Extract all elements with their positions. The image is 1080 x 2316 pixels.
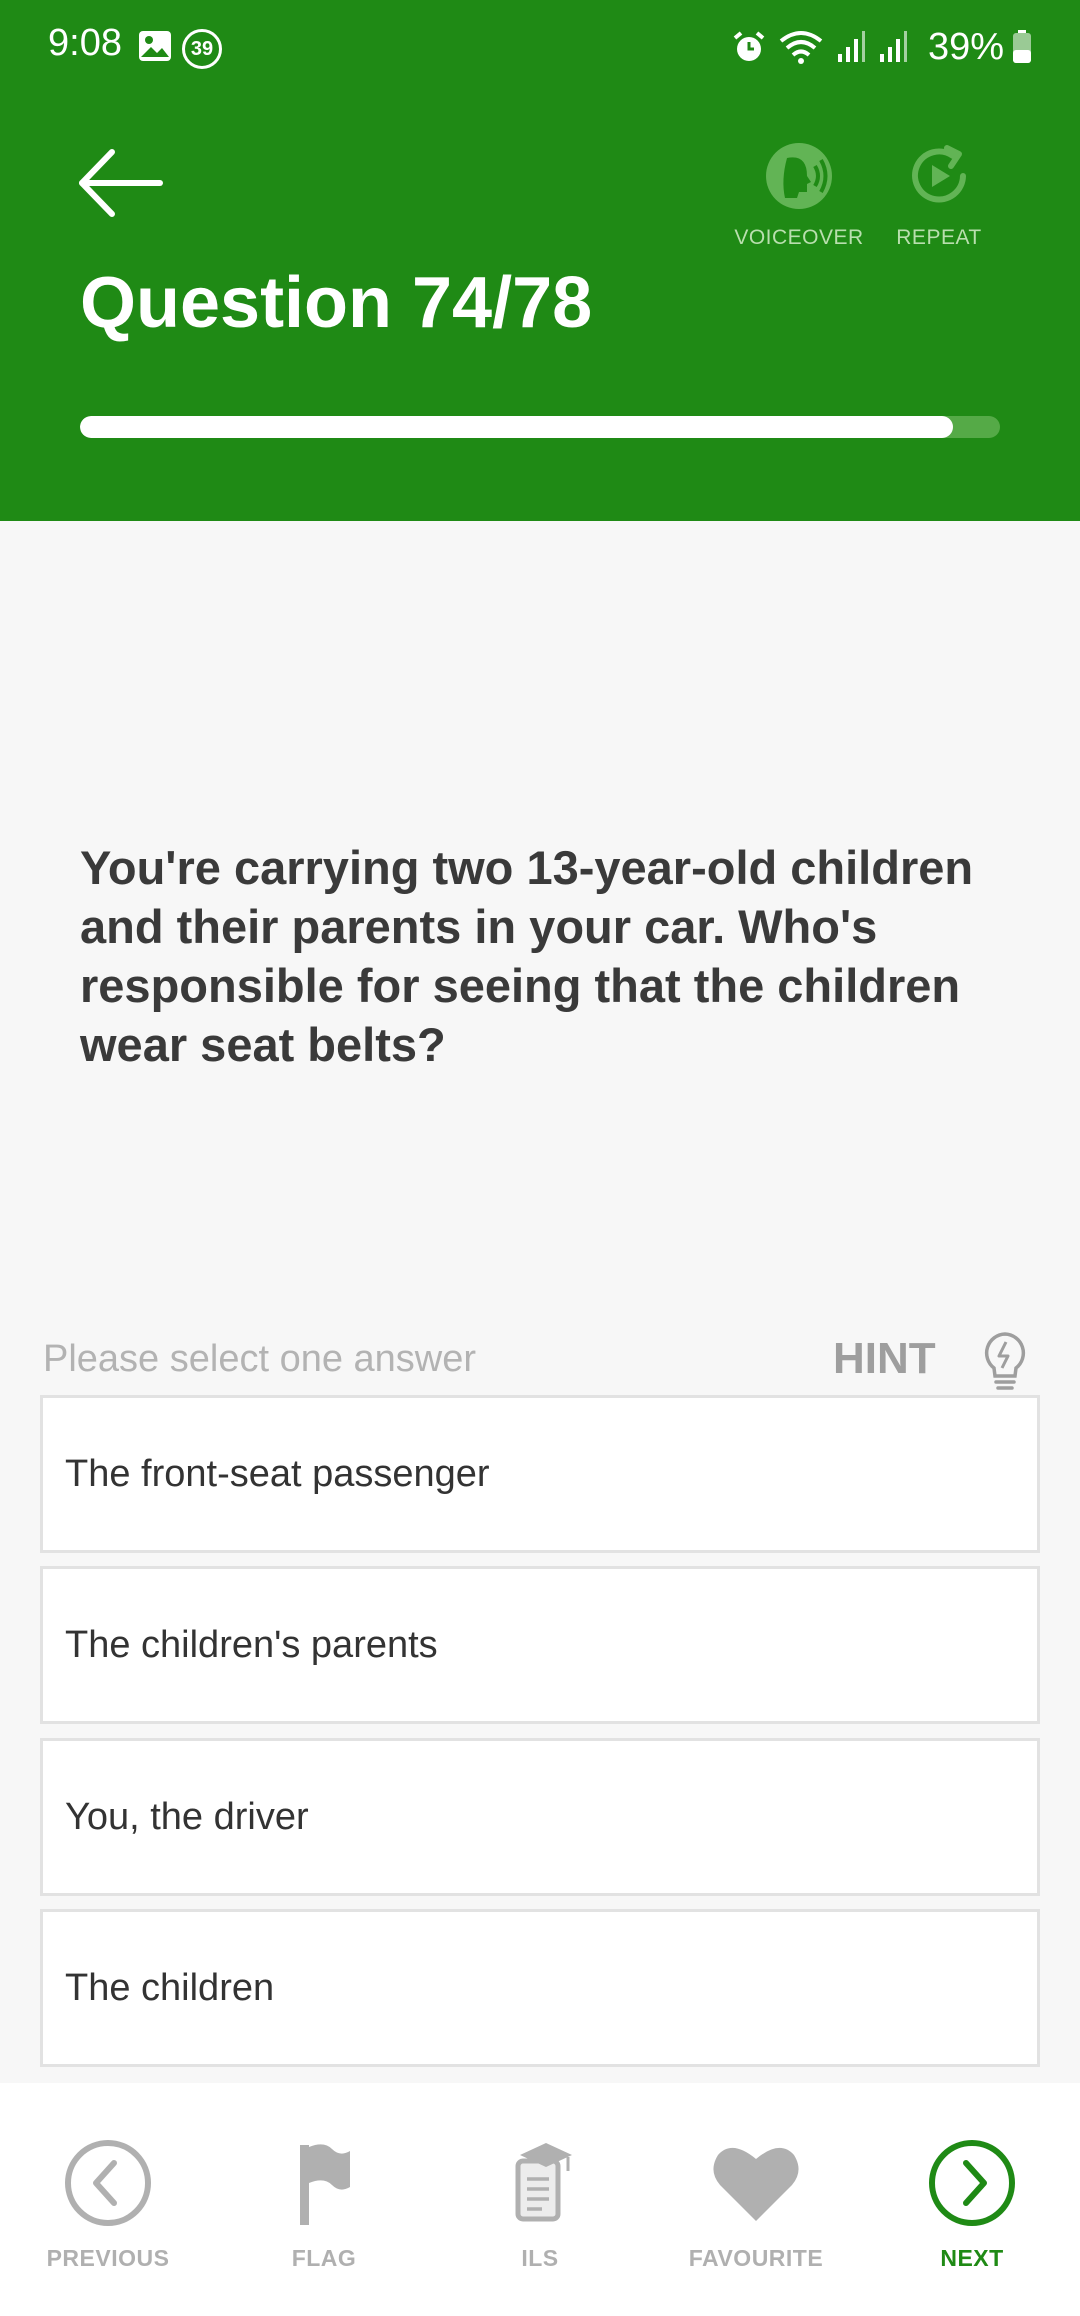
answer-option-label: The children: [65, 1966, 275, 2009]
battery-icon: [1013, 30, 1031, 63]
voiceover-icon: [766, 143, 832, 209]
signal-icon: [837, 31, 865, 62]
ils-label: ILS: [521, 2245, 559, 2271]
lightbulb-icon[interactable]: [980, 1330, 1030, 1394]
next-button[interactable]: NEXT: [872, 2133, 1072, 2272]
answer-option-selected[interactable]: You, the driver: [40, 1738, 1040, 1896]
repeat-label: REPEAT: [896, 226, 982, 249]
chevron-left-circle-icon: [65, 2140, 151, 2226]
answer-option-label: The children's parents: [65, 1623, 438, 1666]
next-label: NEXT: [940, 2245, 1004, 2271]
voiceover-label: VOICEOVER: [734, 226, 864, 249]
replay-icon: [912, 145, 966, 203]
back-arrow-icon[interactable]: [70, 138, 170, 228]
chevron-right-circle-icon: [929, 2140, 1015, 2226]
previous-button[interactable]: PREVIOUS: [8, 2133, 208, 2272]
hint-button[interactable]: HINT: [833, 1334, 936, 1384]
status-time: 9:08: [48, 22, 122, 64]
previous-label: PREVIOUS: [46, 2245, 170, 2271]
heart-icon: [713, 2147, 799, 2221]
voiceover-button[interactable]: VOICEOVER: [729, 140, 869, 250]
battery-percent: 39%: [927, 25, 1004, 68]
alarm-icon: [733, 31, 765, 61]
favourite-button[interactable]: FAVOURITE: [656, 2133, 856, 2272]
status-bar: 9:08 39 39%: [0, 0, 1080, 96]
question-text: You're carrying two 13-year-old children…: [80, 841, 974, 1071]
flag-label: FLAG: [291, 2245, 357, 2271]
wifi-icon: [779, 31, 823, 64]
question-counter-title: Question 74/78: [80, 263, 593, 343]
progress-bar-fill: [80, 416, 954, 438]
ils-button[interactable]: ILS: [440, 2133, 640, 2272]
answer-option[interactable]: The children's parents: [40, 1566, 1040, 1724]
signal-icon: [879, 31, 907, 62]
answer-option[interactable]: The front-seat passenger: [40, 1395, 1040, 1553]
favourite-label: FAVOURITE: [688, 2245, 824, 2271]
flag-button[interactable]: FLAG: [224, 2133, 424, 2272]
select-answer-prompt: Please select one answer: [43, 1338, 477, 1380]
answer-option-label: The front-seat passenger: [65, 1452, 490, 1495]
status-icons: 39%: [732, 22, 1032, 72]
progress-bar: [80, 416, 1000, 438]
gallery-icon: [139, 31, 171, 61]
repeat-button[interactable]: REPEAT: [869, 140, 1009, 250]
header: 9:08 39 39% VOICEOVER REPEAT Question 74…: [0, 0, 1080, 521]
answer-option-label: You, the driver: [65, 1795, 309, 1838]
notification-count-badge: 39: [182, 29, 222, 69]
flag-icon: [300, 2144, 350, 2225]
document-graduation-cap-icon: [515, 2143, 572, 2222]
bottom-navigation: PREVIOUS FLAG ILS FAVOURITE NEXT: [0, 2083, 1080, 2316]
answer-option[interactable]: The children: [40, 1909, 1040, 2067]
